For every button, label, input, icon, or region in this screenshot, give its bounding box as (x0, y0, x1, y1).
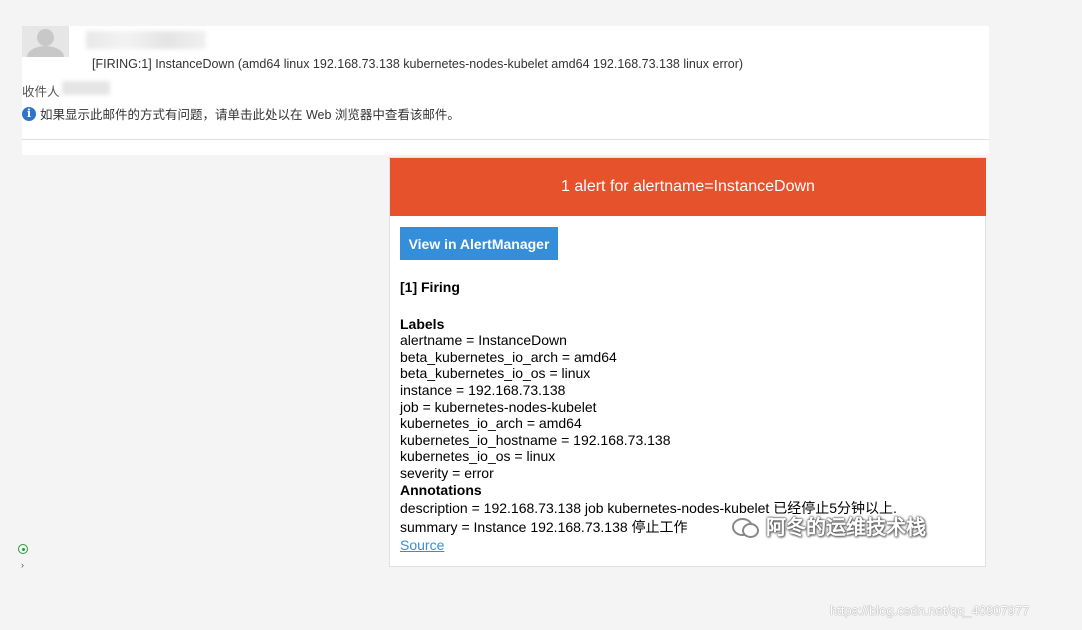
label-line: beta_kubernetes_io_arch = amd64 (400, 348, 617, 365)
recipient-label: 收件人 (22, 85, 60, 99)
label-line: job = kubernetes-nodes-kubelet (400, 398, 597, 415)
label-line: severity = error (400, 464, 494, 481)
author-watermark: 阿冬的运维技术栈 (732, 511, 926, 540)
view-in-browser-notice[interactable]: i 如果显示此邮件的方式有问题，请单击此处以在 Web 浏览器中查看该邮件。 (22, 104, 460, 123)
status-dot-icon (18, 544, 28, 554)
label-line: kubernetes_io_arch = amd64 (400, 415, 582, 432)
view-in-alertmanager-button[interactable]: View in AlertManager (400, 227, 558, 260)
recipient-redacted (62, 81, 110, 95)
label-line: kubernetes_io_hostname = 192.168.73.138 (400, 431, 671, 448)
blog-url-watermark: https://blog.csdn.net/qq_40907977 (830, 603, 1030, 618)
wechat-icon (732, 516, 759, 538)
label-line: instance = 192.168.73.138 (400, 381, 566, 398)
label-line: alertname = InstanceDown (400, 332, 567, 349)
label-line: beta_kubernetes_io_os = linux (400, 365, 591, 382)
sender-avatar (22, 26, 69, 57)
info-message[interactable]: 如果显示此邮件的方式有问题，请单击此处以在 Web 浏览器中查看该邮件。 (40, 104, 460, 123)
label-line: kubernetes_io_os = linux (400, 448, 556, 465)
side-mark: › (21, 560, 24, 570)
watermark-text: 阿冬的运维技术栈 (766, 517, 926, 539)
alert-card: 1 alert for alertname=InstanceDown View … (389, 157, 986, 567)
sender-name-redacted (86, 31, 206, 49)
alert-banner: 1 alert for alertname=InstanceDown (390, 158, 986, 216)
email-header: [FIRING:1] InstanceDown (amd64 linux 192… (22, 26, 989, 140)
labels-heading: Labels (400, 315, 445, 332)
info-icon: i (22, 106, 36, 121)
email-subject: [FIRING:1] InstanceDown (amd64 linux 192… (92, 57, 744, 71)
header-divider-strip (22, 140, 989, 155)
firing-status-heading: [1] Firing (400, 279, 460, 295)
source-link[interactable]: Source (400, 537, 444, 553)
email-left-margin (22, 155, 389, 567)
annotations-heading: Annotations (400, 481, 482, 498)
